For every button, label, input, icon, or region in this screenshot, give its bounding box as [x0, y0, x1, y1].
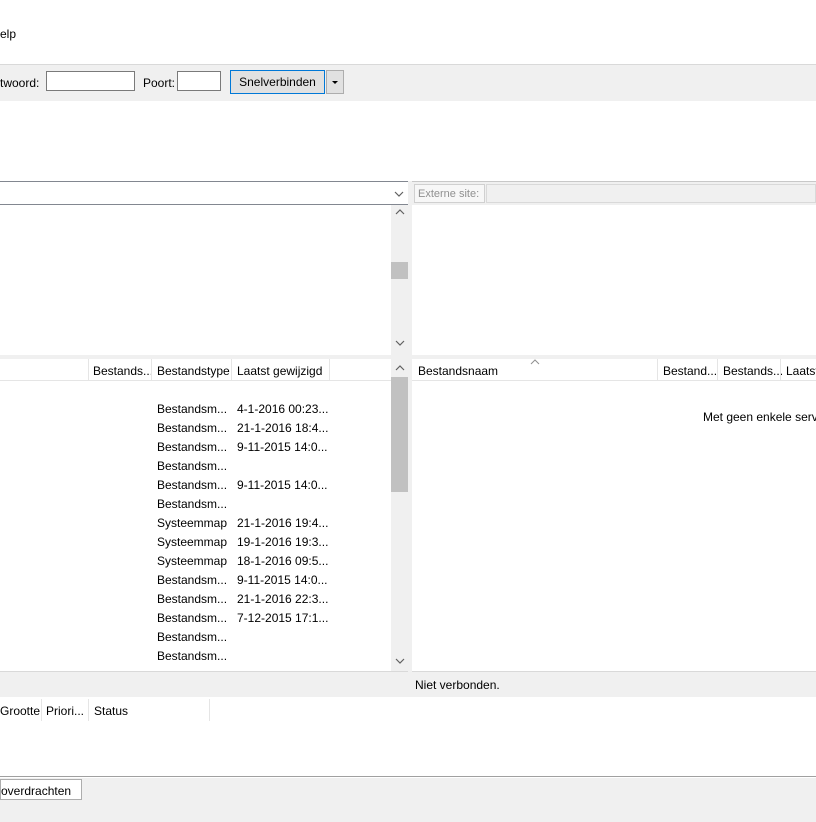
file-type: Bestandsm... [157, 573, 228, 587]
list-item[interactable]: Bestandsm... 9-11-2015 14:0... [0, 440, 391, 459]
quickconnect-dropdown-button[interactable] [326, 70, 344, 94]
tab-transfers-label: overdrachten [1, 784, 72, 798]
file-type: Systeemmap [157, 516, 228, 530]
remote-directory-tree[interactable] [412, 205, 816, 355]
file-type: Bestandsm... [157, 611, 228, 625]
message-log [0, 101, 816, 179]
remote-site-label-box: Externe site: [414, 184, 485, 203]
menu-bar: elp [0, 22, 816, 42]
remote-list-header: Bestandsnaam Bestand... Bestands... Laat… [412, 359, 816, 381]
file-modified: 9-11-2015 14:0... [237, 478, 328, 492]
port-label: Poort: [143, 76, 176, 90]
local-directory-tree[interactable] [0, 205, 408, 355]
list-item[interactable]: Systeemmap 19-1-2016 19:3... [0, 535, 391, 554]
file-type: Bestandsm... [157, 459, 228, 473]
password-input[interactable] [46, 71, 135, 91]
col-header-filename[interactable]: Bestandsnaam [418, 364, 498, 378]
col-header-priority[interactable]: Priori... [46, 704, 84, 718]
scroll-down-icon[interactable] [391, 338, 408, 351]
file-modified: 21-1-2016 19:4... [237, 516, 329, 530]
file-modified: 18-1-2016 09:5... [237, 554, 329, 568]
col-header-filesize[interactable]: Bestands... [93, 364, 153, 378]
col-header-modified[interactable]: Laatst gewijzigd [237, 364, 322, 378]
remote-site-input[interactable] [486, 184, 816, 203]
scrollbar-thumb[interactable] [391, 377, 408, 492]
port-input[interactable] [177, 71, 221, 91]
connection-status: Niet verbonden. [415, 678, 500, 692]
app-status-bar [0, 802, 816, 822]
file-modified: 9-11-2015 14:0... [237, 573, 328, 587]
file-type: Bestandsm... [157, 421, 228, 435]
remote-site-bar: Externe site: [412, 181, 816, 205]
file-type: Systeemmap [157, 554, 228, 568]
col-header-status[interactable]: Status [94, 704, 128, 718]
transfer-queue[interactable] [0, 721, 816, 777]
scroll-up-icon[interactable] [391, 207, 408, 220]
list-item[interactable]: Bestandsm... 21-1-2016 18:4... [0, 421, 391, 440]
file-modified: 4-1-2016 00:23... [237, 402, 329, 416]
list-item[interactable]: Bestandsm... 7-12-2015 17:1... [0, 611, 391, 630]
file-type: Bestandsm... [157, 592, 228, 606]
password-label: twoord: [0, 76, 40, 90]
scroll-up-icon[interactable] [391, 363, 408, 376]
list-item[interactable]: Bestandsm... 21-1-2016 22:3... [0, 592, 391, 611]
list-item[interactable]: Systeemmap 18-1-2016 09:5... [0, 554, 391, 573]
remote-file-list[interactable]: Bestandsnaam Bestand... Bestands... Laat… [412, 359, 816, 671]
list-item[interactable]: Bestandsm... [0, 497, 391, 516]
col-header-size[interactable]: Grootte [0, 704, 40, 718]
list-item[interactable]: Bestandsm... [0, 649, 391, 668]
file-modified: 21-1-2016 22:3... [237, 592, 329, 606]
menu-help[interactable]: elp [0, 27, 16, 41]
col-header-filetype[interactable]: Bestandstype [157, 364, 230, 378]
file-type: Bestandsm... [157, 649, 228, 663]
file-type: Systeemmap [157, 535, 228, 549]
list-item[interactable]: Bestandsm... 4-1-2016 00:23... [0, 402, 391, 421]
file-type: Bestandsm... [157, 440, 228, 454]
list-item[interactable]: Bestandsm... [0, 459, 391, 478]
quickconnect-bar: twoord: Poort: Snelverbinden [0, 64, 816, 102]
col-header-filesize[interactable]: Bestand... [663, 364, 717, 378]
scroll-down-icon[interactable] [391, 656, 408, 669]
local-list-header: Bestands... Bestandstype Laatst gewijzig… [0, 359, 391, 381]
file-modified: 9-11-2015 14:0... [237, 440, 328, 454]
dropdown-arrow-icon [332, 81, 338, 84]
list-item[interactable]: Systeemmap 21-1-2016 19:4... [0, 516, 391, 535]
scrollbar-thumb[interactable] [391, 262, 408, 279]
file-type: Bestandsm... [157, 402, 228, 416]
quickconnect-button[interactable]: Snelverbinden [230, 70, 325, 94]
local-tree-scrollbar[interactable] [391, 205, 408, 355]
empty-list-message: Met geen enkele serve [703, 410, 816, 424]
file-modified: 21-1-2016 18:4... [237, 421, 329, 435]
file-modified: 7-12-2015 17:1... [237, 611, 329, 625]
list-item[interactable]: Bestandsm... [0, 630, 391, 649]
file-type: Bestandsm... [157, 497, 228, 511]
queue-tabs: overdrachten [0, 778, 816, 802]
list-item[interactable]: Bestandsm... 9-11-2015 14:0... [0, 573, 391, 592]
tab-transfers[interactable]: overdrachten [0, 779, 82, 800]
remote-status-bar: Niet verbonden. [412, 671, 816, 697]
file-type: Bestandsm... [157, 478, 228, 492]
file-modified: 19-1-2016 19:3... [237, 535, 329, 549]
col-header-filetype[interactable]: Bestands... [723, 364, 783, 378]
local-file-list[interactable]: Bestands... Bestandstype Laatst gewijzig… [0, 359, 408, 671]
queue-header: Grootte Priori... Status [0, 699, 816, 721]
local-status-bar [0, 671, 408, 697]
remote-site-label: Externe site: [418, 188, 480, 200]
file-type: Bestandsm... [157, 630, 228, 644]
sort-ascending-icon [530, 359, 540, 365]
local-site-bar[interactable] [0, 181, 408, 205]
chevron-down-icon[interactable] [393, 188, 405, 200]
list-item[interactable]: Bestandsm... 9-11-2015 14:0... [0, 478, 391, 497]
local-list-scrollbar[interactable] [391, 359, 408, 671]
col-header-modified[interactable]: Laatst [786, 364, 816, 378]
